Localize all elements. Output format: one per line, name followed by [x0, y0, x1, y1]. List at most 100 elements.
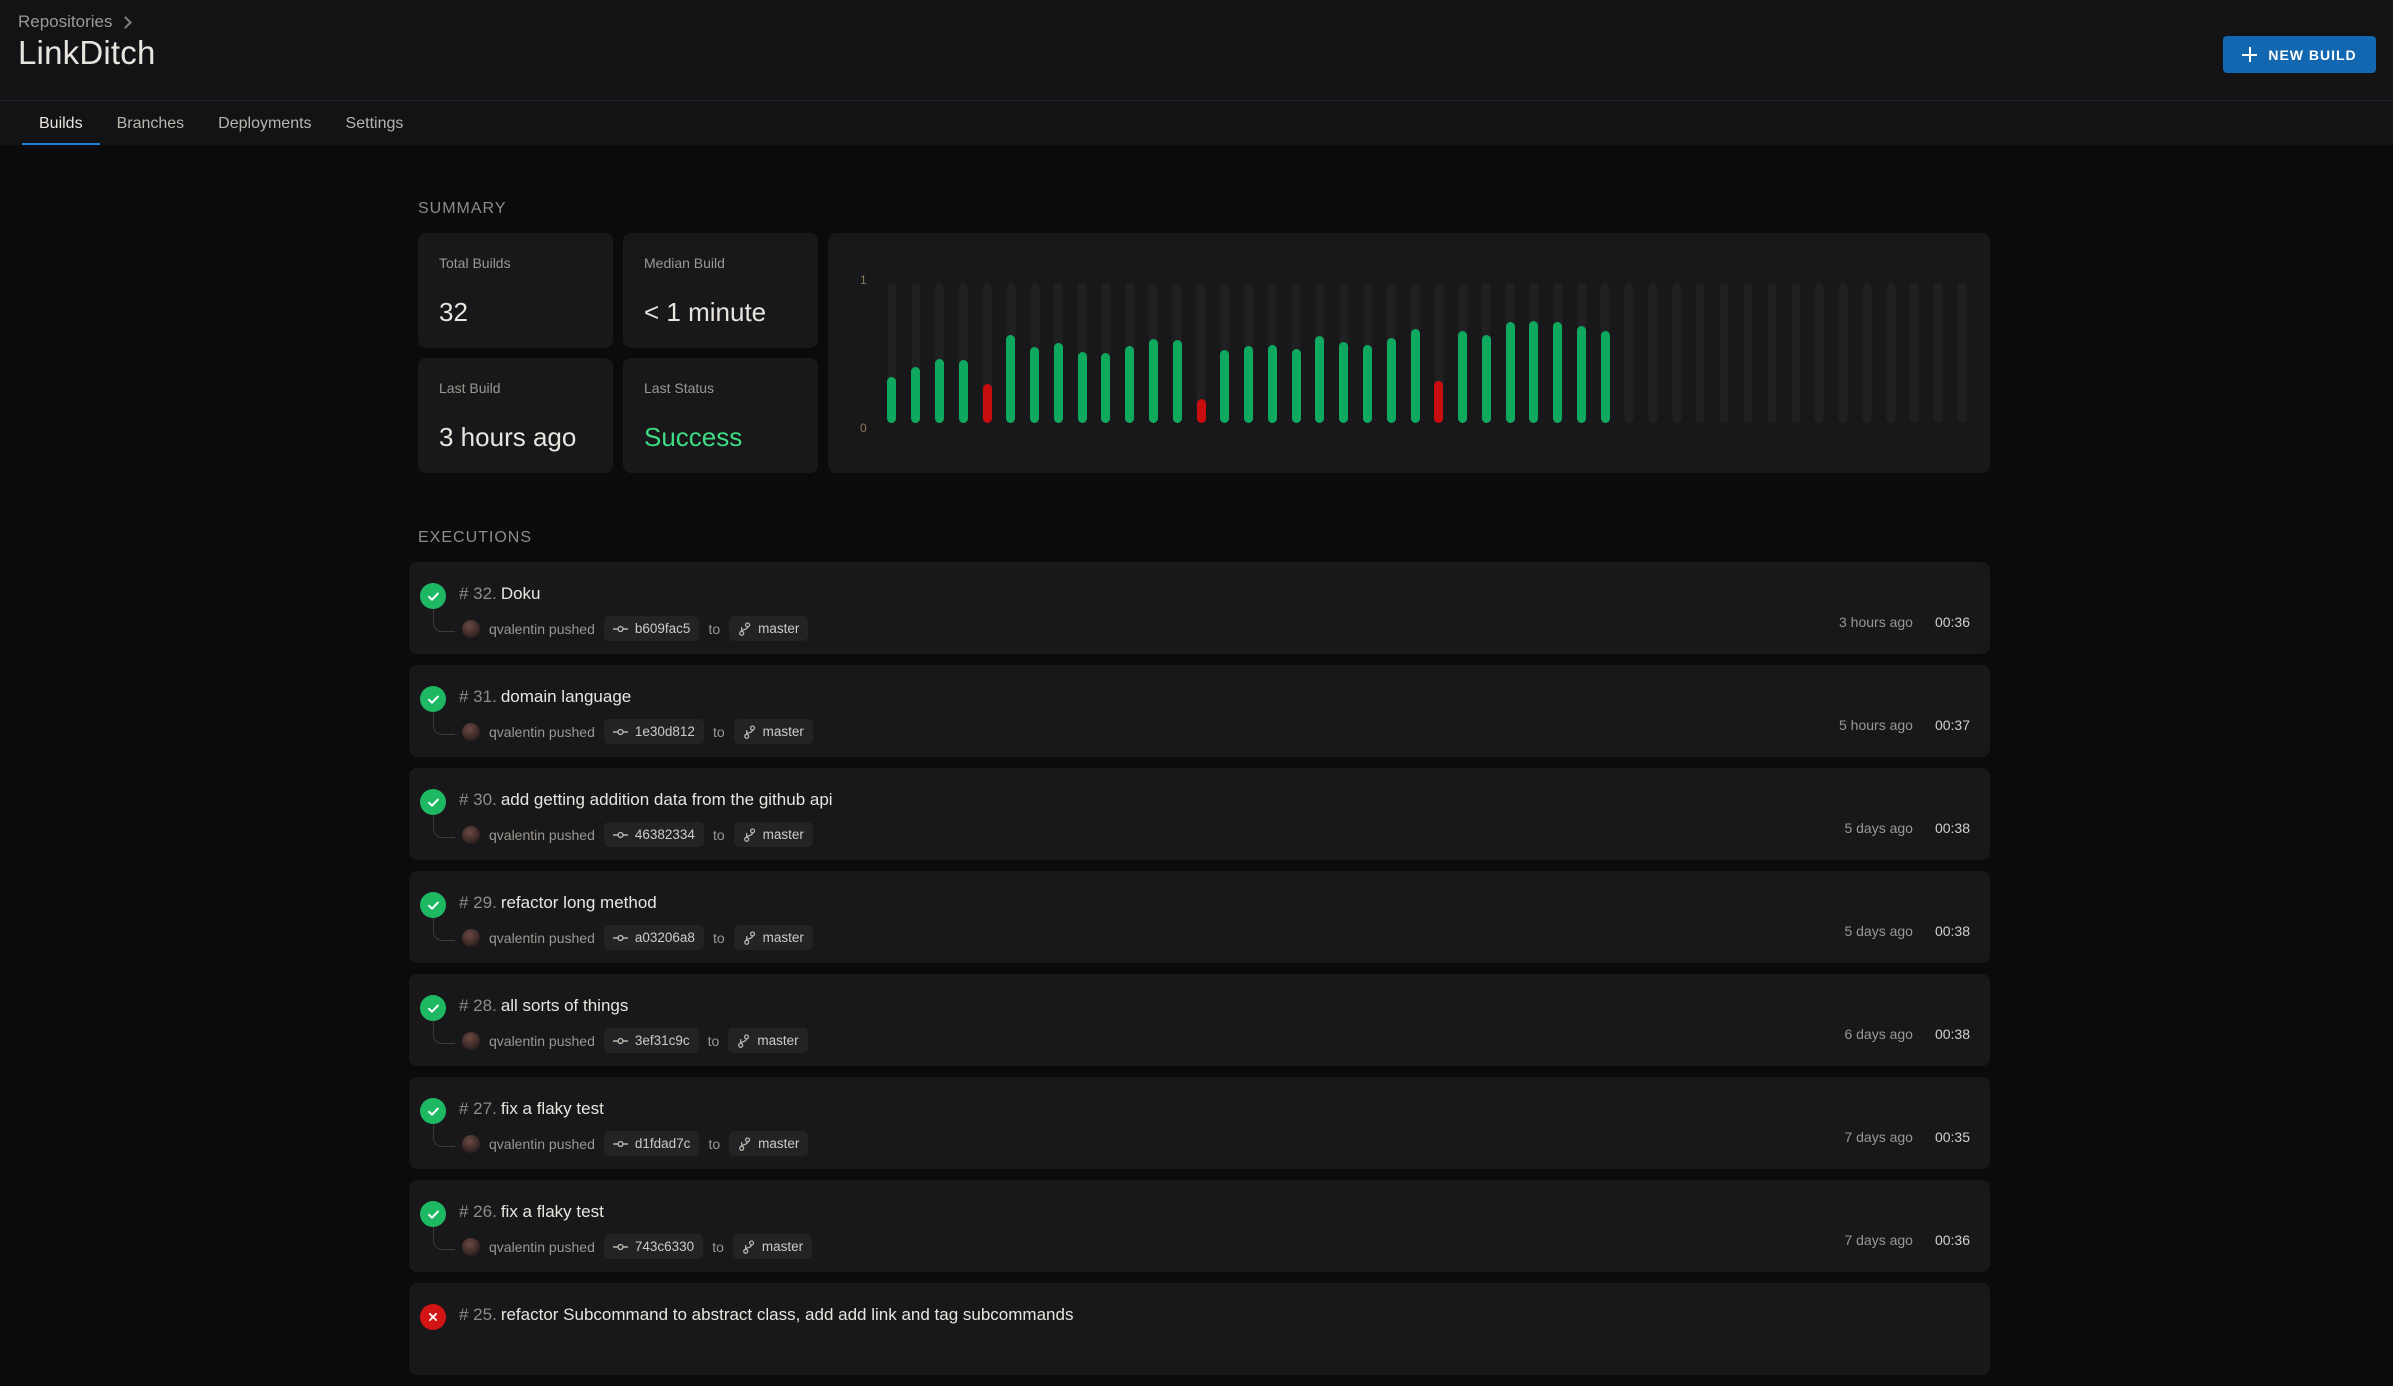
chart-bar-ok[interactable]: [1577, 326, 1587, 423]
execution-row[interactable]: # 31. domain language qvalentin pushed 1e30…: [409, 665, 1990, 757]
branch-badge[interactable]: master: [728, 1028, 808, 1053]
chart-bar-slot[interactable]: [1094, 283, 1118, 423]
chart-bar-slot[interactable]: [1165, 283, 1189, 423]
chart-bar-ok[interactable]: [1315, 336, 1325, 423]
chart-bar-ok[interactable]: [1172, 340, 1182, 423]
chart-bar-ok[interactable]: [1529, 320, 1539, 423]
chart-bar-slot[interactable]: [1379, 283, 1403, 423]
chart-bar-slot[interactable]: [1641, 283, 1665, 423]
chart-bar-slot[interactable]: [1023, 283, 1047, 423]
tab-branches[interactable]: Branches: [100, 101, 202, 146]
chart-bar-ok[interactable]: [1101, 353, 1111, 423]
chart-bar-slot[interactable]: [1689, 283, 1713, 423]
execution-row[interactable]: # 26. fix a flaky test qvalentin pushed 743…: [409, 1180, 1990, 1272]
branch-badge[interactable]: master: [732, 1234, 813, 1259]
tab-settings[interactable]: Settings: [329, 101, 421, 146]
chart-bar-slot[interactable]: [1903, 283, 1927, 423]
chart-bar-ok[interactable]: [1458, 330, 1468, 423]
commit-badge[interactable]: a03206a8: [603, 925, 704, 950]
chart-bar-ok[interactable]: [1148, 339, 1158, 423]
chart-bar-ok[interactable]: [1267, 344, 1277, 423]
chart-bar-ok[interactable]: [1600, 330, 1610, 423]
chart-bar-slot[interactable]: [928, 283, 952, 423]
chart-bar-ok[interactable]: [1505, 322, 1515, 423]
new-build-button[interactable]: NEW BUILD: [2223, 36, 2376, 73]
chart-bar-slot[interactable]: [1118, 283, 1142, 423]
execution-row[interactable]: # 30. add getting addition data from the …: [409, 768, 1990, 860]
chart-bar-slot[interactable]: [1427, 283, 1451, 423]
chart-bar-ok[interactable]: [1077, 351, 1087, 423]
chart-bar-slot[interactable]: [975, 283, 999, 423]
chart-bar-slot[interactable]: [1807, 283, 1831, 423]
chart-bar-slot[interactable]: [1308, 283, 1332, 423]
commit-badge[interactable]: 743c6330: [603, 1234, 704, 1259]
chart-bar-slot[interactable]: [1760, 283, 1784, 423]
branch-badge[interactable]: master: [729, 616, 809, 641]
chart-bar-slot[interactable]: [1617, 283, 1641, 423]
chart-bar-slot[interactable]: [1593, 283, 1617, 423]
chart-bar-slot[interactable]: [1831, 283, 1855, 423]
execution-row[interactable]: # 32. Doku qvalentin pushed b609fac5 to maste…: [409, 562, 1990, 654]
execution-row[interactable]: # 25. refactor Subcommand to abstract cla…: [409, 1283, 1990, 1375]
tab-deployments[interactable]: Deployments: [201, 101, 328, 146]
execution-row[interactable]: # 29. refactor long method qvalentin pushe…: [409, 871, 1990, 963]
chart-bar-slot[interactable]: [1403, 283, 1427, 423]
chart-bar-slot[interactable]: [1546, 283, 1570, 423]
chart-bar-slot[interactable]: [1070, 283, 1094, 423]
chart-bar-slot[interactable]: [1498, 283, 1522, 423]
commit-badge[interactable]: d1fdad7c: [603, 1131, 700, 1156]
chart-bar-ok[interactable]: [887, 376, 897, 423]
chart-bar-slot[interactable]: [1046, 283, 1070, 423]
chart-bar-ok[interactable]: [1244, 346, 1254, 423]
branch-badge[interactable]: master: [729, 1131, 809, 1156]
chart-bar-ok[interactable]: [958, 360, 968, 423]
chart-bar-ok[interactable]: [1386, 337, 1396, 423]
chart-bar-slot[interactable]: [1332, 283, 1356, 423]
chart-bar-slot[interactable]: [1712, 283, 1736, 423]
chart-bar-slot[interactable]: [1570, 283, 1594, 423]
chart-bar-slot[interactable]: [1736, 283, 1760, 423]
branch-badge[interactable]: master: [733, 925, 813, 950]
chart-bar-slot[interactable]: [999, 283, 1023, 423]
chart-bar-ok[interactable]: [1006, 334, 1016, 423]
chart-bar-slot[interactable]: [1142, 283, 1166, 423]
commit-badge[interactable]: 3ef31c9c: [603, 1028, 699, 1053]
chart-bar-ok[interactable]: [1339, 341, 1349, 423]
tab-builds[interactable]: Builds: [22, 101, 100, 146]
chart-bar-slot[interactable]: [1237, 283, 1261, 423]
execution-row[interactable]: # 27. fix a flaky test qvalentin pushed d1f…: [409, 1077, 1990, 1169]
commit-badge[interactable]: 46382334: [603, 822, 704, 847]
chart-bar-slot[interactable]: [1189, 283, 1213, 423]
chart-bar-slot[interactable]: [1284, 283, 1308, 423]
chart-bar-ok[interactable]: [1053, 343, 1063, 423]
chart-bar-ok[interactable]: [1125, 346, 1135, 423]
chart-bar-ok[interactable]: [1481, 334, 1491, 423]
chart-bar-ok[interactable]: [934, 358, 944, 423]
chart-bar-slot[interactable]: [1784, 283, 1808, 423]
chart-bar-ok[interactable]: [1553, 322, 1563, 423]
chart-bar-slot[interactable]: [1665, 283, 1689, 423]
chart-bar-slot[interactable]: [1855, 283, 1879, 423]
chart-bar-slot[interactable]: [1950, 283, 1974, 423]
chart-bar-ok[interactable]: [1220, 350, 1230, 423]
branch-badge[interactable]: master: [733, 822, 813, 847]
chart-bar-ok[interactable]: [1363, 344, 1373, 423]
execution-row[interactable]: # 28. all sorts of things qvalentin pushed…: [409, 974, 1990, 1066]
chart-bar-slot[interactable]: [1451, 283, 1475, 423]
chart-bar-slot[interactable]: [1879, 283, 1903, 423]
chart-bar-ok[interactable]: [1030, 347, 1040, 423]
chart-bar-slot[interactable]: [904, 283, 928, 423]
commit-badge[interactable]: 1e30d812: [603, 719, 704, 744]
chart-bar-slot[interactable]: [951, 283, 975, 423]
chart-bar-fail[interactable]: [1196, 399, 1206, 423]
chart-bar-slot[interactable]: [880, 283, 904, 423]
chart-bar-fail[interactable]: [982, 383, 992, 423]
chart-bar-ok[interactable]: [1291, 348, 1301, 423]
branch-badge[interactable]: master: [733, 719, 813, 744]
chart-bar-fail[interactable]: [1434, 381, 1444, 423]
chart-bar-slot[interactable]: [1213, 283, 1237, 423]
commit-badge[interactable]: b609fac5: [603, 616, 700, 641]
chart-bar-slot[interactable]: [1356, 283, 1380, 423]
chart-bar-ok[interactable]: [911, 367, 921, 423]
chart-bar-slot[interactable]: [1522, 283, 1546, 423]
